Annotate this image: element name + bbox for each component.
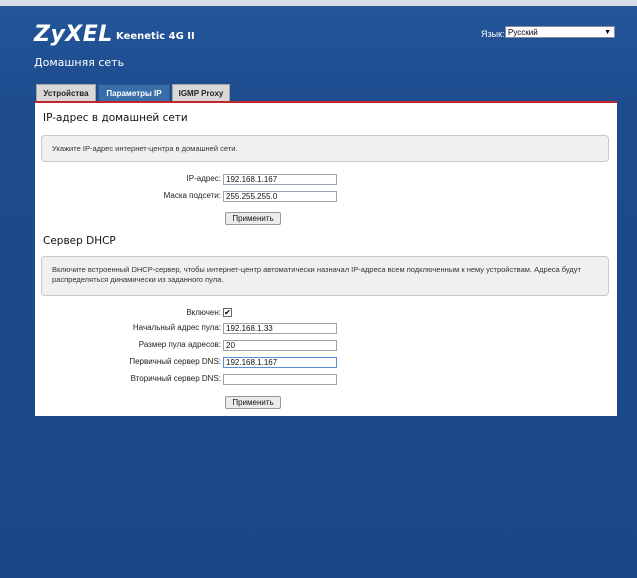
- language-value: Русский: [508, 28, 538, 37]
- subnet-mask-label: Маска подсети:: [163, 191, 221, 200]
- ip-address-label: IP-адрес:: [186, 174, 221, 183]
- dhcp-enabled-label: Включен:: [186, 308, 221, 317]
- content-panel: IP-адрес в домашней сети Укажите IP-адре…: [35, 101, 617, 416]
- ip-info-box: Укажите IP-адрес интернет-центра в домаш…: [41, 135, 609, 162]
- pool-start-input[interactable]: 192.168.1.33: [223, 323, 337, 334]
- language-select[interactable]: Русский ▼: [505, 26, 615, 38]
- primary-dns-input[interactable]: 192.168.1.167: [223, 357, 337, 368]
- pool-size-input[interactable]: 20: [223, 340, 337, 351]
- dhcp-section-title: Сервер DHCP: [43, 235, 116, 247]
- window-frame: [0, 0, 637, 6]
- language-label: Язык:: [481, 29, 505, 39]
- page-title: Домашняя сеть: [34, 56, 125, 69]
- ip-info-text: Укажите IP-адрес интернет-центра в домаш…: [52, 144, 238, 153]
- dhcp-info-text: Включите встроенный DHCP-сервер, чтобы и…: [52, 265, 581, 284]
- subnet-mask-input[interactable]: 255.255.255.0: [223, 191, 337, 202]
- dhcp-enabled-checkbox[interactable]: ✔: [223, 308, 232, 317]
- secondary-dns-input[interactable]: [223, 374, 337, 385]
- chevron-down-icon: ▼: [604, 29, 611, 36]
- apply-dhcp-button[interactable]: Применить: [225, 396, 281, 409]
- pool-size-label: Размер пула адресов:: [138, 340, 221, 349]
- dhcp-info-box: Включите встроенный DHCP-сервер, чтобы и…: [41, 256, 609, 296]
- zyxel-logo: ZyXEL: [34, 22, 113, 47]
- pool-start-label: Начальный адрес пула:: [132, 323, 221, 332]
- primary-dns-label: Первичный сервер DNS:: [129, 357, 221, 366]
- model-name: Keenetic 4G II: [116, 31, 195, 42]
- ip-address-input[interactable]: 192.168.1.167: [223, 174, 337, 185]
- tab-devices[interactable]: Устройства: [36, 84, 96, 101]
- tab-ip-settings[interactable]: Параметры IP: [98, 84, 170, 101]
- ip-section-title: IP-адрес в домашней сети: [43, 112, 188, 124]
- tab-igmp-proxy[interactable]: IGMP Proxy: [172, 84, 230, 101]
- apply-ip-button[interactable]: Применить: [225, 212, 281, 225]
- secondary-dns-label: Вторичный сервер DNS:: [130, 374, 221, 383]
